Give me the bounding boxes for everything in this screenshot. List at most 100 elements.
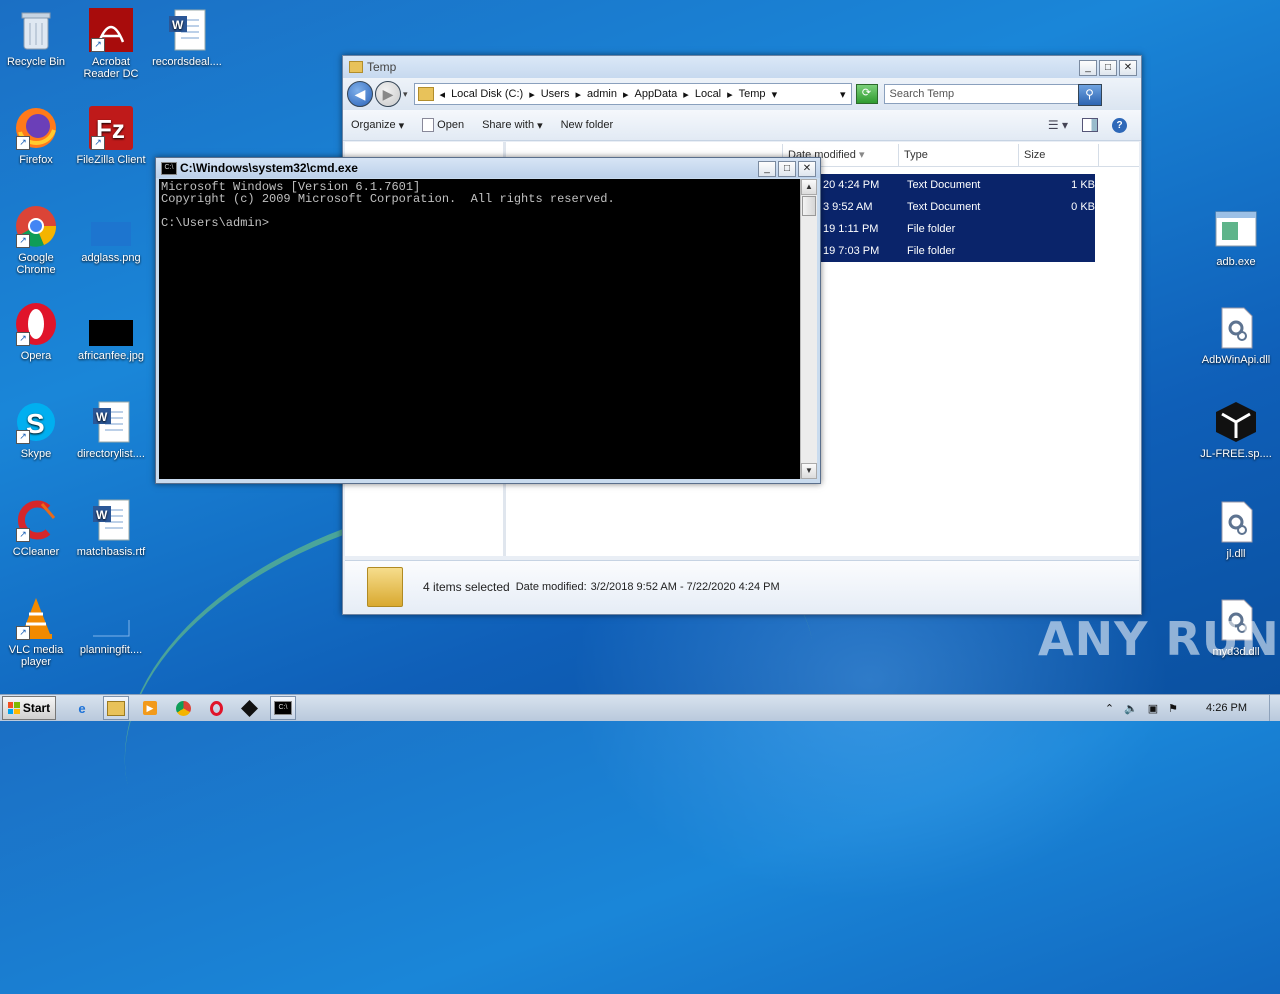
desktop-icon-adb[interactable]: adb.exe [1198, 208, 1274, 268]
chrome-icon[interactable] [171, 697, 195, 719]
share-with-button[interactable]: Share with ▾ [482, 119, 543, 132]
selection-count: 4 items selected [423, 580, 510, 594]
desktop-icon-directorylist[interactable]: W directorylist.... [73, 400, 149, 460]
file-explorer-icon[interactable] [103, 696, 129, 720]
start-button[interactable]: Start [2, 696, 56, 720]
shortcut-arrow-icon: ↗ [91, 38, 105, 52]
desktop-icon-adbwinapi[interactable]: AdbWinApi.dll [1198, 306, 1274, 366]
maximize-button[interactable]: □ [778, 161, 796, 177]
desktop-icon-recycle-bin[interactable]: Recycle Bin [0, 8, 74, 68]
desktop-icon-vlc[interactable]: ↗ VLC media player [0, 596, 74, 668]
minimize-button[interactable]: _ [758, 161, 776, 177]
desktop-icon-ccleaner[interactable]: ↗ CCleaner [0, 498, 74, 558]
minimize-button[interactable]: _ [1079, 60, 1097, 76]
breadcrumb-appdata[interactable]: AppData [634, 88, 677, 100]
new-folder-button[interactable]: New folder [561, 119, 614, 131]
recycle-bin-icon [14, 8, 58, 52]
close-button[interactable]: ✕ [798, 161, 816, 177]
desktop-icon-opera[interactable]: ↗ Opera [0, 302, 74, 362]
desktop-icon-jl-dll[interactable]: jl.dll [1198, 500, 1274, 560]
close-button[interactable]: ✕ [1119, 60, 1137, 76]
shortcut-arrow-icon: ↗ [16, 332, 30, 346]
shortcut-arrow-icon: ↗ [91, 136, 105, 150]
chrome-icon: ↗ [14, 204, 58, 248]
system-tray: ⌃ 🔈 ▣ ⚑ 4:26 PM [1105, 695, 1280, 721]
box-icon [1214, 400, 1258, 444]
folder-icon [367, 567, 403, 607]
organize-button[interactable]: Organize ▾ [351, 119, 404, 132]
desktop-icon-firefox[interactable]: ↗ Firefox [0, 106, 74, 166]
ccleaner-icon: ↗ [14, 498, 58, 542]
network-icon[interactable]: ▣ [1148, 702, 1158, 715]
column-type[interactable]: Type [899, 144, 1019, 166]
desktop-icon-matchbasis[interactable]: W matchbasis.rtf [73, 498, 149, 558]
scroll-up-button[interactable]: ▲ [801, 179, 817, 195]
clock[interactable]: 4:26 PM [1206, 702, 1247, 714]
cmd-titlebar[interactable]: C:\ C:\Windows\system32\cmd.exe [156, 158, 820, 178]
forward-button[interactable]: ▶ [375, 81, 401, 107]
breadcrumb-local-disk[interactable]: Local Disk (C:) [451, 88, 523, 100]
chevron-right-icon: ▸ [575, 88, 581, 101]
desktop-icon-africanfee[interactable]: africanfee.jpg [73, 302, 149, 362]
chevron-down-icon: ▾ [398, 119, 405, 132]
firefox-icon: ↗ [14, 106, 58, 150]
media-player-icon[interactable]: ▶ [138, 697, 162, 719]
opera-icon[interactable] [204, 697, 228, 719]
back-button[interactable]: ◀ [347, 81, 373, 107]
show-hidden-icons-icon[interactable]: ⌃ [1105, 702, 1114, 715]
explorer-title: Temp [367, 60, 397, 74]
address-bar[interactable]: ◂ Local Disk (C:) ▸ Users ▸ admin ▸ AppData… [413, 83, 852, 105]
chevron-down-icon[interactable]: ▾ [772, 88, 778, 101]
desktop-icon-chrome[interactable]: ↗ Google Chrome [0, 204, 74, 276]
console-line: Copyright (c) 2009 Microsoft Corporation… [161, 192, 615, 206]
anyrun-watermark: ANY RUN [1038, 612, 1280, 666]
volume-icon[interactable]: 🔈 [1124, 702, 1138, 715]
breadcrumb-local[interactable]: Local [695, 88, 721, 100]
desktop-icon-filezilla[interactable]: Fz ↗ FileZilla Client [73, 106, 149, 166]
desktop-icon-adglass[interactable]: adglass.png [73, 204, 149, 264]
cmd-window[interactable]: C:\ C:\Windows\system32\cmd.exe _ □ ✕ Mi… [155, 157, 821, 484]
breadcrumb-temp[interactable]: Temp [739, 88, 766, 100]
shortcut-arrow-icon: ↗ [16, 234, 30, 248]
desktop-icon-acrobat[interactable]: ↗ Acrobat Reader DC [73, 8, 149, 80]
document-icon [422, 118, 435, 132]
svg-text:W: W [96, 508, 108, 522]
date-modified-label: Date modified: [515, 581, 587, 593]
desktop-icon-recordsdeal[interactable]: W recordsdeal.... [149, 8, 225, 68]
desktop-icon-planningfit[interactable]: planningfit.... [73, 596, 149, 656]
file-row[interactable]: 3 9:52 AM Text Document 0 KB [819, 196, 1095, 218]
shortcut-arrow-icon: ↗ [16, 430, 30, 444]
help-icon[interactable]: ? [1112, 117, 1127, 133]
file-row[interactable]: 19 1:11 PM File folder [819, 218, 1095, 240]
box-icon[interactable] [237, 697, 261, 719]
address-dropdown-icon[interactable]: ▾ [840, 88, 846, 101]
folder-icon [349, 61, 363, 73]
view-options-icon[interactable]: ☰ ▾ [1048, 118, 1068, 132]
search-input[interactable]: Search Temp ⚲ [883, 84, 1102, 106]
cmd-scrollbar[interactable]: ▲ ▼ [800, 179, 817, 479]
internet-explorer-icon[interactable]: e [70, 697, 94, 719]
history-dropdown-icon[interactable]: ▾ [403, 89, 408, 100]
command-bar: Organize ▾ Open Share with ▾ New folder ☰ … [343, 110, 1141, 141]
desktop-icon-skype[interactable]: S ↗ Skype [0, 400, 74, 460]
show-desktop-button[interactable] [1269, 695, 1280, 721]
shortcut-arrow-icon: ↗ [16, 626, 30, 640]
preview-pane-icon[interactable] [1082, 118, 1098, 132]
maximize-button[interactable]: □ [1099, 60, 1117, 76]
address-bar-row: ◀ ▶ ▾ ◂ Local Disk (C:) ▸ Users ▸ admin ▸ A… [343, 78, 1141, 110]
column-size[interactable]: Size [1019, 144, 1099, 166]
desktop-icon-jl-free[interactable]: JL-FREE.sp.... [1198, 400, 1274, 460]
file-row[interactable]: 20 4:24 PM Text Document 1 KB [819, 174, 1095, 196]
breadcrumb-users[interactable]: Users [541, 88, 570, 100]
scroll-down-button[interactable]: ▼ [801, 463, 817, 479]
file-row[interactable]: 19 7:03 PM File folder [819, 240, 1095, 262]
explorer-titlebar[interactable]: Temp [343, 56, 1141, 78]
breadcrumb-admin[interactable]: admin [587, 88, 617, 100]
cmd-taskbar-icon[interactable]: C:\ [270, 696, 296, 720]
open-button[interactable]: Open [422, 118, 464, 132]
search-icon[interactable]: ⚲ [1077, 84, 1102, 106]
scroll-thumb[interactable] [802, 196, 816, 216]
refresh-button[interactable]: ⟳ [855, 84, 878, 104]
cmd-console[interactable]: Microsoft Windows [Version 6.1.7601] Copy… [159, 179, 800, 479]
action-center-flag-icon[interactable]: ⚑ [1168, 702, 1178, 715]
